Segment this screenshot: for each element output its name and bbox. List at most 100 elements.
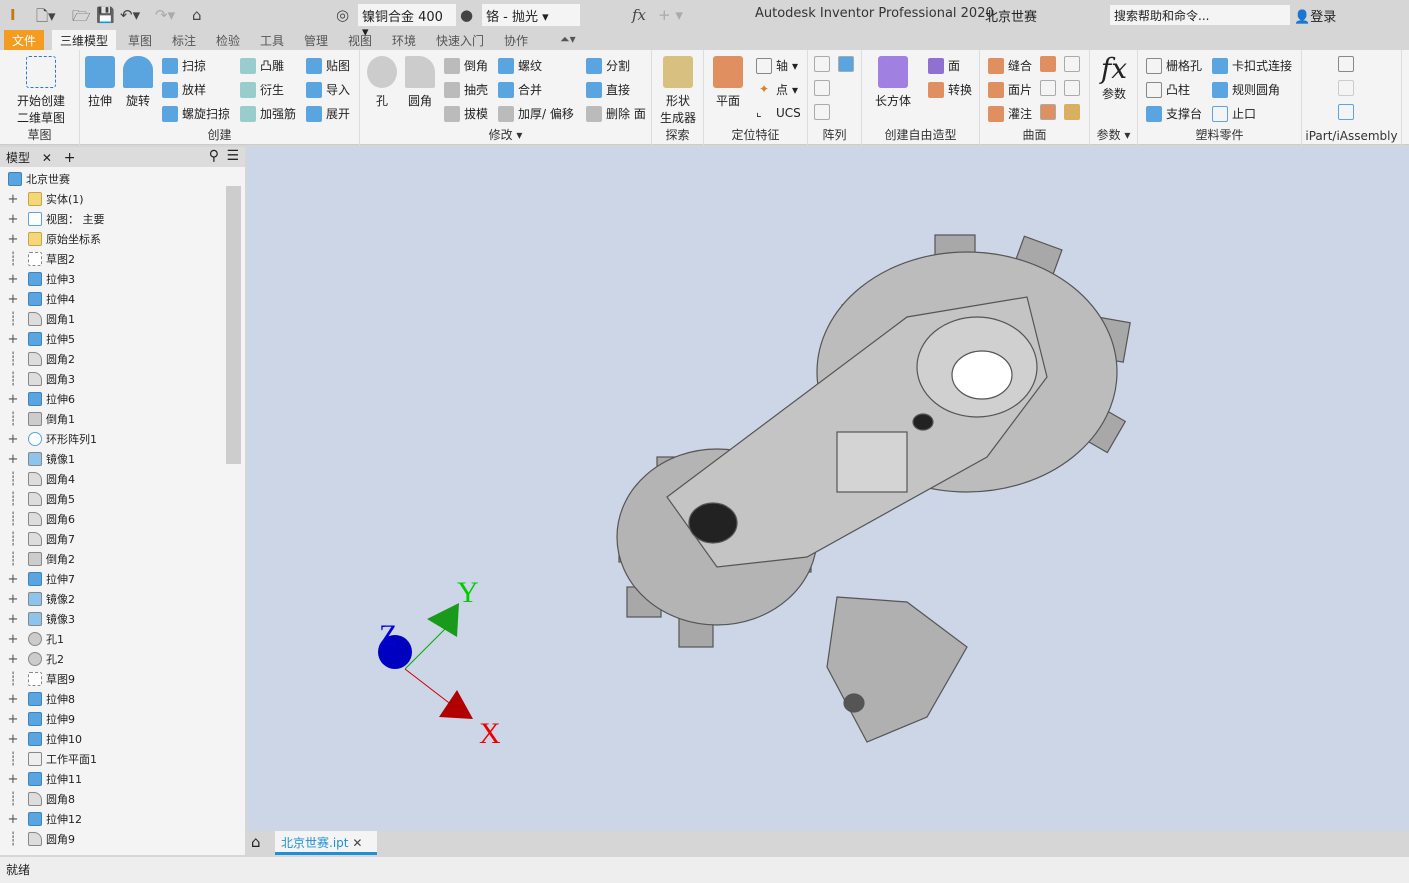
group-label[interactable]: 参数 ▾ [1090, 126, 1137, 143]
tab-get-started[interactable]: 快速入门 [428, 30, 492, 50]
ruled-surface-icon[interactable] [1040, 56, 1056, 72]
tree-item[interactable]: ┊ 草图2 [0, 249, 75, 269]
tree-item[interactable]: + 镜像1 [0, 449, 75, 469]
edit-table-icon[interactable] [1338, 80, 1354, 96]
shape-generator-button[interactable]: 形状 生成器 [656, 56, 700, 126]
add-icon[interactable]: + [64, 150, 76, 166]
mirror-icon[interactable] [838, 56, 854, 72]
group-label[interactable]: 修改 ▾ [360, 126, 651, 143]
hole-button[interactable]: 孔 [364, 56, 400, 109]
tree-item[interactable]: ┊ 圆角5 [0, 489, 75, 509]
emboss-button[interactable]: 凸雕 [240, 57, 284, 74]
parameters-button[interactable]: fx 参数 [1092, 52, 1136, 102]
split-button[interactable]: 分割 [586, 57, 630, 74]
tree-item[interactable]: + 拉伸11 [0, 769, 82, 789]
expand-icon[interactable]: + [6, 732, 20, 747]
tab-sketch[interactable]: 草图 [120, 30, 160, 50]
expand-icon[interactable]: + [6, 772, 20, 787]
tree-item[interactable]: + 孔2 [0, 649, 64, 669]
tab-file[interactable]: 文件 [4, 30, 45, 50]
expand-icon[interactable]: + [6, 212, 20, 227]
combine-button[interactable]: 合并 [498, 81, 542, 98]
rest-button[interactable]: 支撑台 [1146, 105, 1202, 122]
tree-item[interactable]: ┊ 工作平面1 [0, 749, 97, 769]
plus-icon[interactable]: + ▾ [658, 6, 683, 24]
tree-item[interactable]: + 镜像2 [0, 589, 75, 609]
tab-inspect[interactable]: 检验 [208, 30, 248, 50]
new-icon[interactable]: 🗋▾ [36, 6, 56, 31]
tree-item[interactable]: + 环形阵列1 [0, 429, 97, 449]
tree-item[interactable]: ┊ 圆角8 [0, 789, 75, 809]
appearance-select[interactable]: 铬 - 抛光 ▾ [482, 4, 580, 26]
tab-manage[interactable]: 管理 [296, 30, 336, 50]
replace-face-icon[interactable] [1064, 80, 1080, 96]
tree-item[interactable]: ┊ 圆角2 [0, 349, 75, 369]
tree-item[interactable]: + 拉伸7 [0, 569, 75, 589]
appearance-icon[interactable]: ● [460, 6, 473, 24]
point-button[interactable]: ✦ 点 ▾ [756, 81, 798, 98]
open-icon[interactable]: 🗁 [72, 6, 91, 31]
plane-button[interactable]: 平面 [708, 56, 748, 109]
tree-item[interactable]: + 拉伸9 [0, 709, 75, 729]
tree-item[interactable]: + 实体(1) [0, 189, 84, 209]
ucs-button[interactable]: ⌞ UCS [756, 105, 801, 121]
tree-item[interactable]: ┊ 草图9 [0, 669, 75, 689]
import-button[interactable]: 导入 [306, 81, 350, 98]
fillet-button[interactable]: 圆角 [402, 56, 438, 109]
rectangular-pattern-icon[interactable] [814, 56, 830, 72]
grill-button[interactable]: 栅格孔 [1146, 57, 1202, 74]
tab-tools[interactable]: 工具 [252, 30, 292, 50]
menu-icon[interactable]: ☰ [226, 148, 239, 164]
material-icon[interactable]: ◎ [336, 6, 349, 24]
convert-button[interactable]: 转换 [928, 81, 972, 98]
search-icon[interactable]: ⚲ [209, 148, 219, 164]
fx-icon[interactable]: fx [632, 6, 646, 24]
tree-item[interactable]: ┊ 圆角1 [0, 309, 75, 329]
close-icon[interactable]: ✕ [42, 151, 52, 165]
thicken-button[interactable]: 加厚/ 偏移 [498, 105, 574, 122]
document-tab[interactable]: 北京世赛.ipt ✕ [275, 831, 377, 855]
tree-item[interactable]: ┊ 圆角6 [0, 509, 75, 529]
snap-fit-button[interactable]: 卡扣式连接 [1212, 57, 1292, 74]
tree-item[interactable]: ┊ 圆角7 [0, 529, 75, 549]
tree-item[interactable]: + 拉伸3 [0, 269, 75, 289]
expand-icon[interactable]: + [6, 432, 20, 447]
tab-3d-model[interactable]: 三维模型 [52, 30, 117, 50]
tree-item[interactable]: ┊ 圆角3 [0, 369, 75, 389]
coil-button[interactable]: 螺旋扫掠 [162, 105, 230, 122]
tree-item[interactable]: ┊ 倒角2 [0, 549, 75, 569]
circular-pattern-icon[interactable] [814, 80, 830, 96]
tree-item[interactable]: + 镜像3 [0, 609, 75, 629]
close-icon[interactable]: ✕ [352, 836, 362, 850]
expand-icon[interactable]: + [6, 592, 20, 607]
sculpt-button[interactable]: 灌注 [988, 105, 1032, 122]
tree-item[interactable]: + 拉伸5 [0, 329, 75, 349]
axis-button[interactable]: 轴 ▾ [756, 57, 798, 74]
lip-button[interactable]: 止口 [1212, 105, 1256, 122]
tree-item[interactable]: + 拉伸4 [0, 289, 75, 309]
expand-icon[interactable]: + [6, 332, 20, 347]
expand-icon[interactable]: + [6, 692, 20, 707]
chamfer-button[interactable]: 倒角 [444, 57, 488, 74]
thicken-surface-icon[interactable] [1040, 104, 1056, 120]
tree-item[interactable]: + 孔1 [0, 629, 64, 649]
stitch-button[interactable]: 缝合 [988, 57, 1032, 74]
tree-item[interactable]: + 原始坐标系 [0, 229, 101, 249]
undo-icon[interactable]: ↶▾ [120, 6, 140, 24]
3d-viewport[interactable]: Y X Z [247, 147, 1409, 831]
delete-face-button[interactable]: 删除 面 [586, 105, 646, 122]
tab-collaborate[interactable]: 协作 [496, 30, 536, 50]
extrude-button[interactable]: 拉伸 [82, 56, 118, 109]
browser-scrollbar[interactable] [226, 186, 241, 464]
repair-icon[interactable] [1064, 104, 1080, 120]
revolve-button[interactable]: 旋转 [120, 56, 156, 109]
ribbon-display-toggle[interactable]: ⏶▾ [552, 30, 584, 50]
freeform-box-button[interactable]: 长方体 [868, 56, 918, 109]
tree-item[interactable]: ┊ 倒角1 [0, 409, 75, 429]
expand-icon[interactable]: + [6, 612, 20, 627]
tree-item[interactable]: ┊ 圆角4 [0, 469, 75, 489]
expand-icon[interactable]: + [6, 812, 20, 827]
tab-view[interactable]: 视图 [340, 30, 380, 50]
home-icon[interactable]: ⌂ [251, 833, 261, 851]
expand-icon[interactable]: + [6, 392, 20, 407]
